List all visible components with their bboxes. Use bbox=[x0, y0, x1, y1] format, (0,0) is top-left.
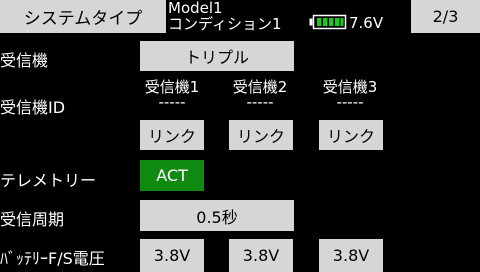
condition-name: コンディション1 bbox=[168, 15, 282, 33]
receiver-1-id: ----- bbox=[158, 93, 186, 111]
battery-icon bbox=[309, 14, 347, 30]
page-indicator-button[interactable]: 2/3 bbox=[411, 0, 480, 33]
model-name: Model1 bbox=[168, 0, 223, 17]
battery-fs-voltage-button-2[interactable]: 3.8V bbox=[229, 239, 293, 272]
battery-voltage: 7.6V bbox=[349, 14, 384, 32]
battery-fs-voltage-button-1[interactable]: 3.8V bbox=[140, 239, 204, 272]
receiver-3-id: ----- bbox=[336, 93, 364, 111]
screen-title-button[interactable]: システムタイプ bbox=[0, 0, 166, 33]
battery-fs-voltage-button-3[interactable]: 3.8V bbox=[319, 239, 383, 272]
telemetry-label: テレメトリー bbox=[0, 171, 97, 190]
link-button-receiver-3[interactable]: リンク bbox=[319, 120, 383, 150]
receiver-label: 受信機 bbox=[0, 51, 49, 70]
receiver-2-id: ----- bbox=[246, 93, 274, 111]
receive-period-button[interactable]: 0.5秒 bbox=[140, 200, 294, 231]
battery-fs-voltage-label: ﾊﾞｯﾃﾘｰF/S電圧 bbox=[0, 249, 105, 268]
link-button-receiver-1[interactable]: リンク bbox=[140, 120, 204, 150]
link-button-receiver-2[interactable]: リンク bbox=[229, 120, 293, 150]
telemetry-toggle-button[interactable]: ACT bbox=[140, 160, 204, 191]
receive-period-label: 受信周期 bbox=[0, 210, 65, 229]
receiver-id-label: 受信機ID bbox=[0, 98, 66, 117]
receiver-type-button[interactable]: トリプル bbox=[140, 41, 294, 71]
